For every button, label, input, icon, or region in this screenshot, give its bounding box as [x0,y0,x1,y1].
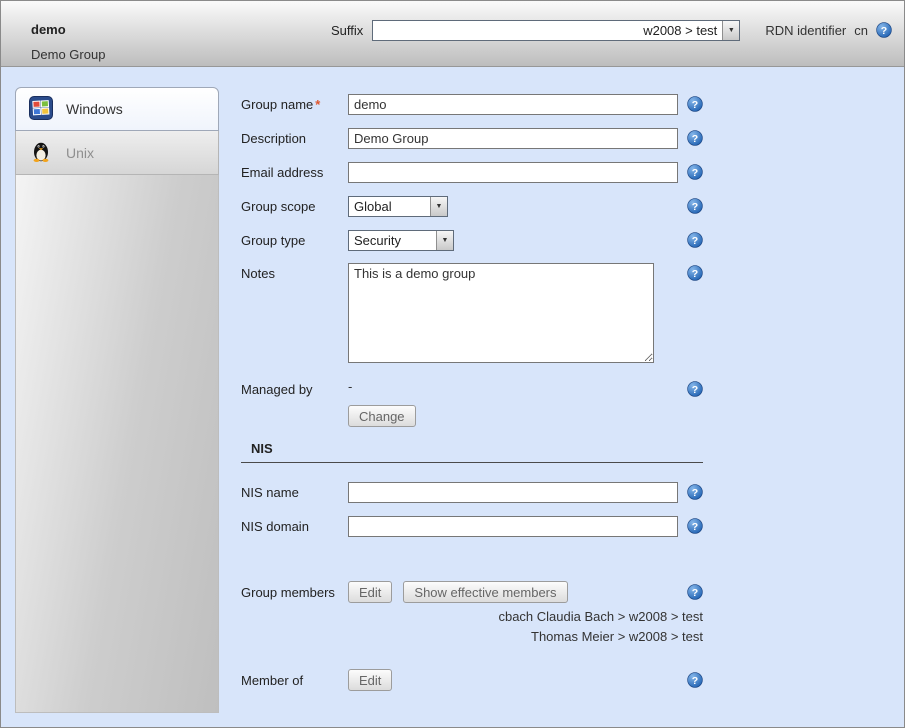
tab-windows[interactable]: Windows [15,87,219,131]
group-type-select[interactable]: Security ▼ [348,230,454,251]
nis-section-header: NIS [241,439,703,463]
module-sidebar: Windows Unix [15,87,219,713]
required-marker: * [315,97,320,112]
managed-by-row: Managed by - ? [241,379,703,401]
page-title: demo [31,22,66,37]
nis-domain-label: NIS domain [241,519,348,534]
svg-text:?: ? [692,587,698,599]
chevron-down-icon: ▼ [436,231,453,250]
svg-text:?: ? [692,384,698,396]
help-icon[interactable]: ? [687,198,703,214]
help-icon[interactable]: ? [687,484,703,500]
nis-name-row: NIS name ? [241,481,703,503]
group-member-item: Thomas Meier > w2008 > test [241,627,703,647]
email-label: Email address [241,165,348,180]
email-input[interactable] [348,162,678,183]
group-members-row: Group members Edit Show effective member… [241,581,703,603]
description-label: Description [241,131,348,146]
member-of-label: Member of [241,673,348,688]
help-icon[interactable]: ? [687,518,703,534]
svg-text:?: ? [692,201,698,213]
group-type-label: Group type [241,233,348,248]
email-row: Email address ? [241,161,703,183]
notes-label: Notes [241,263,348,281]
tab-windows-label: Windows [66,101,123,117]
svg-text:?: ? [692,487,698,499]
managed-by-value: - [348,379,352,394]
help-icon[interactable]: ? [687,164,703,180]
group-name-input[interactable] [348,94,678,115]
nis-name-input[interactable] [348,482,678,503]
help-icon[interactable]: ? [876,22,892,38]
windows-icon [29,96,53,123]
help-icon[interactable]: ? [687,584,703,600]
unix-icon [29,139,53,166]
nis-domain-row: NIS domain ? [241,515,703,537]
svg-text:?: ? [692,268,698,280]
nis-domain-input[interactable] [348,516,678,537]
suffix-label: Suffix [331,23,363,38]
member-of-row: Member of Edit ? [241,669,703,691]
member-of-edit-button[interactable]: Edit [348,669,392,691]
svg-text:?: ? [692,675,698,687]
managed-by-label: Managed by [241,379,348,397]
main-area: Windows Unix [1,67,904,727]
group-type-value: Security [349,231,436,250]
help-icon[interactable]: ? [687,130,703,146]
header-bar: demo Demo Group Suffix w2008 > test ▼ RD… [1,1,904,67]
suffix-select-value: w2008 > test [373,21,722,40]
tab-unix-label: Unix [66,145,94,161]
group-members-edit-button[interactable]: Edit [348,581,392,603]
group-name-label: Group name* [241,97,348,112]
form-content: Group name* ? Description ? Email addres… [241,93,703,703]
group-members-label: Group members [241,585,348,600]
help-icon[interactable]: ? [687,381,703,397]
group-scope-select[interactable]: Global ▼ [348,196,448,217]
managed-by-change-row: Change [241,405,703,427]
nis-name-label: NIS name [241,485,348,500]
sidebar-fill-panel [15,175,219,713]
svg-text:?: ? [692,521,698,533]
svg-text:?: ? [692,235,698,247]
notes-row: Notes This is a demo group ? [241,263,703,363]
chevron-down-icon: ▼ [722,21,739,40]
group-member-item: cbach Claudia Bach > w2008 > test [241,607,703,627]
change-button[interactable]: Change [348,405,416,427]
group-scope-label: Group scope [241,199,348,214]
group-scope-row: Group scope Global ▼ ? [241,195,703,217]
notes-textarea[interactable]: This is a demo group [348,263,654,363]
svg-text:?: ? [692,167,698,179]
description-input[interactable] [348,128,678,149]
help-icon[interactable]: ? [687,96,703,112]
rdn-identifier-label: RDN identifier [765,23,846,38]
suffix-select[interactable]: w2008 > test ▼ [372,20,740,41]
show-effective-members-button[interactable]: Show effective members [403,581,567,603]
description-row: Description ? [241,127,703,149]
svg-text:?: ? [692,99,698,111]
group-type-row: Group type Security ▼ ? [241,229,703,251]
rdn-identifier-value: cn [854,23,868,38]
group-members-list: cbach Claudia Bach > w2008 > test Thomas… [241,607,703,647]
svg-text:?: ? [692,133,698,145]
group-scope-value: Global [349,197,430,216]
help-icon[interactable]: ? [687,232,703,248]
help-icon[interactable]: ? [687,672,703,688]
page-subtitle: Demo Group [31,47,105,62]
tab-unix[interactable]: Unix [15,131,219,175]
help-icon[interactable]: ? [687,265,703,281]
svg-text:?: ? [881,25,887,37]
group-edit-window: demo Demo Group Suffix w2008 > test ▼ RD… [0,0,905,728]
group-name-row: Group name* ? [241,93,703,115]
chevron-down-icon: ▼ [430,197,447,216]
